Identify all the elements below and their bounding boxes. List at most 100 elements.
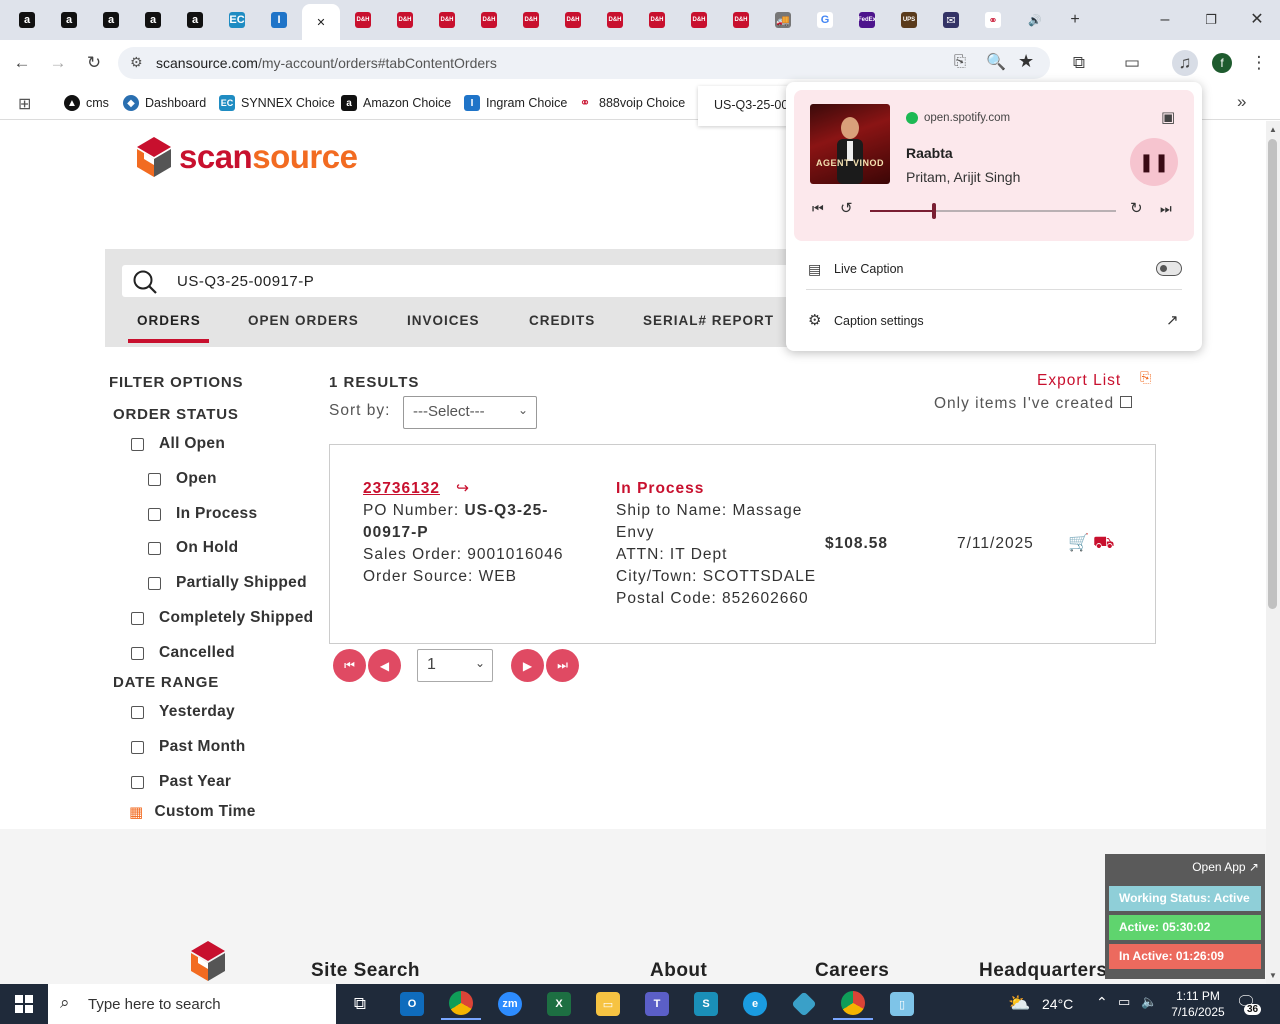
cast-icon[interactable]: ▭	[1119, 50, 1145, 76]
minimize-button[interactable]: –	[1150, 8, 1180, 32]
restore-button[interactable]: ❐	[1196, 8, 1226, 32]
browser-tab[interactable]: a	[176, 6, 214, 34]
bookmark-dashboard[interactable]: ◆ Dashboard	[123, 92, 206, 114]
filter-past-month[interactable]: Past Month	[131, 738, 246, 756]
notepad-icon[interactable]: ▯	[882, 988, 922, 1020]
external-link-icon[interactable]: ↗	[1166, 311, 1179, 329]
task-view-icon[interactable]: ⧉	[340, 988, 380, 1020]
checkbox[interactable]	[131, 611, 144, 625]
live-caption-toggle[interactable]	[1156, 261, 1182, 276]
checkbox[interactable]	[148, 576, 161, 590]
browser-tab[interactable]: D&H	[344, 6, 382, 34]
browser-tab[interactable]: UPS	[890, 6, 928, 34]
browser-tab[interactable]: D&H	[554, 6, 592, 34]
filter-all-open[interactable]: All Open	[131, 435, 225, 453]
bookmark-amazon[interactable]: a Amazon Choice	[341, 92, 451, 114]
bookmark-cms[interactable]: ▲ cms	[64, 92, 109, 114]
browser-tab[interactable]: 🚚	[764, 6, 802, 34]
browser-menu-icon[interactable]: ⋮	[1246, 50, 1272, 76]
bookmark-ingram[interactable]: I Ingram Choice	[464, 92, 567, 114]
weather-icon[interactable]: ⛅	[1008, 993, 1030, 1014]
bookmark-888voip[interactable]: ⚭ 888voip Choice	[577, 92, 685, 114]
site-info-icon[interactable]: ⚙	[130, 54, 143, 71]
filter-cancelled[interactable]: Cancelled	[131, 644, 235, 662]
checkbox[interactable]	[148, 541, 161, 555]
browser-tab[interactable]: EC	[218, 6, 256, 34]
previous-track-icon[interactable]: ⏮	[812, 201, 824, 217]
progress-track[interactable]	[870, 203, 1116, 219]
scroll-up-icon[interactable]: ▲	[1269, 125, 1277, 134]
teams-icon[interactable]: T	[637, 988, 677, 1020]
share-icon[interactable]: ↪	[456, 478, 470, 500]
browser-tab[interactable]: FedEx	[848, 6, 886, 34]
checkbox[interactable]	[131, 437, 144, 451]
extensions-icon[interactable]: ⧉	[1066, 50, 1092, 76]
cart-icon[interactable]: 🛒	[1068, 532, 1090, 554]
progress-handle[interactable]	[931, 203, 936, 219]
checkbox[interactable]	[131, 775, 144, 789]
new-tab-button[interactable]: +	[1060, 8, 1090, 32]
url-text[interactable]: scansource.com/my-account/orders#tabCont…	[156, 55, 497, 71]
outlook-icon[interactable]: O	[392, 988, 432, 1020]
browser-tab[interactable]: 🔊	[1016, 6, 1054, 34]
scroll-down-icon[interactable]: ▼	[1269, 971, 1277, 980]
chrome-icon[interactable]	[441, 988, 481, 1020]
browser-tab[interactable]: D&H	[722, 6, 760, 34]
tab-invoices[interactable]: INVOICES	[407, 313, 480, 328]
browser-tab[interactable]: a	[50, 6, 88, 34]
checkbox[interactable]	[148, 507, 161, 521]
truck-icon[interactable]: ⛟	[1093, 532, 1115, 554]
media-control-icon[interactable]: ♫	[1172, 50, 1198, 76]
browser-tab[interactable]: D&H	[638, 6, 676, 34]
filter-custom-time[interactable]: ▦ Custom Time	[129, 803, 256, 821]
scansource-logo[interactable]: scansource	[135, 135, 358, 179]
page-search-icon[interactable]: ⎘	[954, 53, 966, 70]
app-diamond-icon[interactable]	[784, 988, 824, 1020]
active-tab[interactable]: ✕	[302, 4, 340, 40]
taskbar-search-box[interactable]: ⌕ Type here to search	[48, 984, 336, 1024]
tab-open-orders[interactable]: OPEN ORDERS	[248, 313, 359, 328]
last-page-button[interactable]: ⏭	[546, 649, 579, 682]
browser-tab[interactable]: I	[260, 6, 298, 34]
back-icon[interactable]: ←	[9, 50, 35, 76]
browser-tab[interactable]: D&H	[428, 6, 466, 34]
browser-tab[interactable]: ⚭	[974, 6, 1012, 34]
browser-tab[interactable]: D&H	[512, 6, 550, 34]
zoom-icon[interactable]: 🔍	[986, 52, 1006, 72]
browser-tab[interactable]: ✉	[932, 6, 970, 34]
bookmark-star-icon[interactable]: ★	[1018, 51, 1034, 72]
export-list-link[interactable]: Export List ⎘	[1037, 369, 1151, 390]
next-page-button[interactable]: ▶	[511, 649, 544, 682]
only-mine-filter[interactable]: Only items I've created	[934, 395, 1133, 413]
next-track-icon[interactable]: ⏭	[1160, 201, 1172, 217]
network-icon[interactable]: ▭	[1118, 994, 1130, 1010]
show-hidden-icons[interactable]: ⌃	[1096, 994, 1108, 1011]
pause-button[interactable]: ❚❚	[1130, 138, 1178, 186]
clock[interactable]: 1:11 PM 7/16/2025	[1170, 988, 1226, 1020]
window-close-button[interactable]: ✕	[1242, 8, 1272, 32]
filter-open[interactable]: Open	[148, 470, 217, 488]
chrome-profile-icon[interactable]	[833, 988, 873, 1020]
zoom-app-icon[interactable]: zm	[490, 988, 530, 1020]
open-app-link[interactable]: Open App ↗	[1192, 860, 1259, 874]
filter-on-hold[interactable]: On Hold	[148, 539, 238, 557]
picture-in-picture-icon[interactable]: ▣	[1161, 108, 1175, 126]
browser-tab[interactable]: a	[8, 6, 46, 34]
search-icon[interactable]	[132, 269, 158, 295]
close-icon[interactable]: ✕	[313, 14, 329, 30]
checkbox[interactable]	[131, 646, 144, 660]
order-search-box[interactable]: US-Q3-25-00917-P	[122, 265, 802, 297]
page-select[interactable]: 1 ⌄	[417, 649, 493, 682]
excel-icon[interactable]: X	[539, 988, 579, 1020]
browser-tab[interactable]: D&H	[470, 6, 508, 34]
order-number-link[interactable]: 23736132	[363, 478, 440, 500]
filter-completely-shipped[interactable]: Completely Shipped	[131, 609, 313, 627]
browser-tab[interactable]: D&H	[386, 6, 424, 34]
file-explorer-icon[interactable]: ▭	[588, 988, 628, 1020]
volume-icon[interactable]: 🔈	[1141, 994, 1157, 1010]
first-page-button[interactable]: ⏮	[333, 649, 366, 682]
search-input[interactable]: US-Q3-25-00917-P	[177, 273, 314, 290]
sort-select[interactable]: ---Select--- ⌄	[403, 396, 537, 429]
scroll-thumb[interactable]	[1268, 139, 1277, 609]
tab-serial-report[interactable]: SERIAL# REPORT	[643, 313, 774, 328]
